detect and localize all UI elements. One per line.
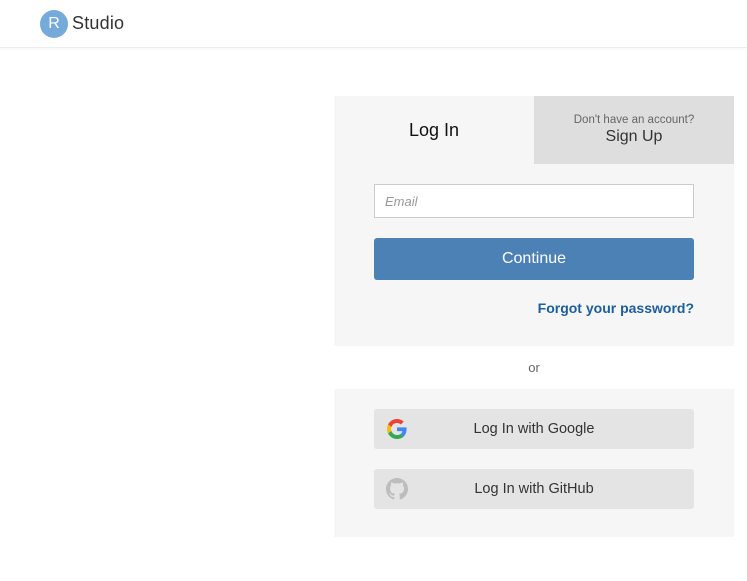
forgot-password-link[interactable]: Forgot your password? (538, 300, 694, 316)
login-form: Continue Forgot your password? (334, 164, 734, 346)
tab-login[interactable]: Log In (334, 96, 534, 164)
email-field[interactable] (374, 184, 694, 218)
logo-badge-letter: R (48, 15, 60, 33)
tab-signup[interactable]: Don't have an account? Sign Up (534, 96, 734, 164)
auth-panel: Log In Don't have an account? Sign Up Co… (334, 96, 734, 537)
forgot-row: Forgot your password? (374, 300, 694, 318)
tab-signup-sub: Don't have an account? (574, 114, 694, 126)
or-divider: or (334, 346, 734, 389)
auth-tabs: Log In Don't have an account? Sign Up (334, 96, 734, 164)
logo[interactable]: R Studio (40, 10, 124, 38)
or-text: or (528, 360, 540, 375)
login-with-github-button[interactable]: Log In with GitHub (374, 469, 694, 509)
logo-text: Studio (72, 13, 124, 34)
main: Log In Don't have an account? Sign Up Co… (0, 48, 747, 537)
github-icon (374, 478, 420, 500)
rstudio-logo-icon: R (40, 10, 68, 38)
login-with-google-button[interactable]: Log In with Google (374, 409, 694, 449)
continue-button[interactable]: Continue (374, 238, 694, 280)
header: R Studio (0, 0, 747, 48)
github-button-label: Log In with GitHub (420, 481, 694, 497)
google-button-label: Log In with Google (420, 421, 694, 437)
social-login-section: Log In with Google Log In with GitHub (334, 389, 734, 537)
google-icon (374, 419, 420, 439)
tab-signup-title: Sign Up (606, 128, 663, 146)
tab-login-title: Log In (409, 120, 459, 141)
